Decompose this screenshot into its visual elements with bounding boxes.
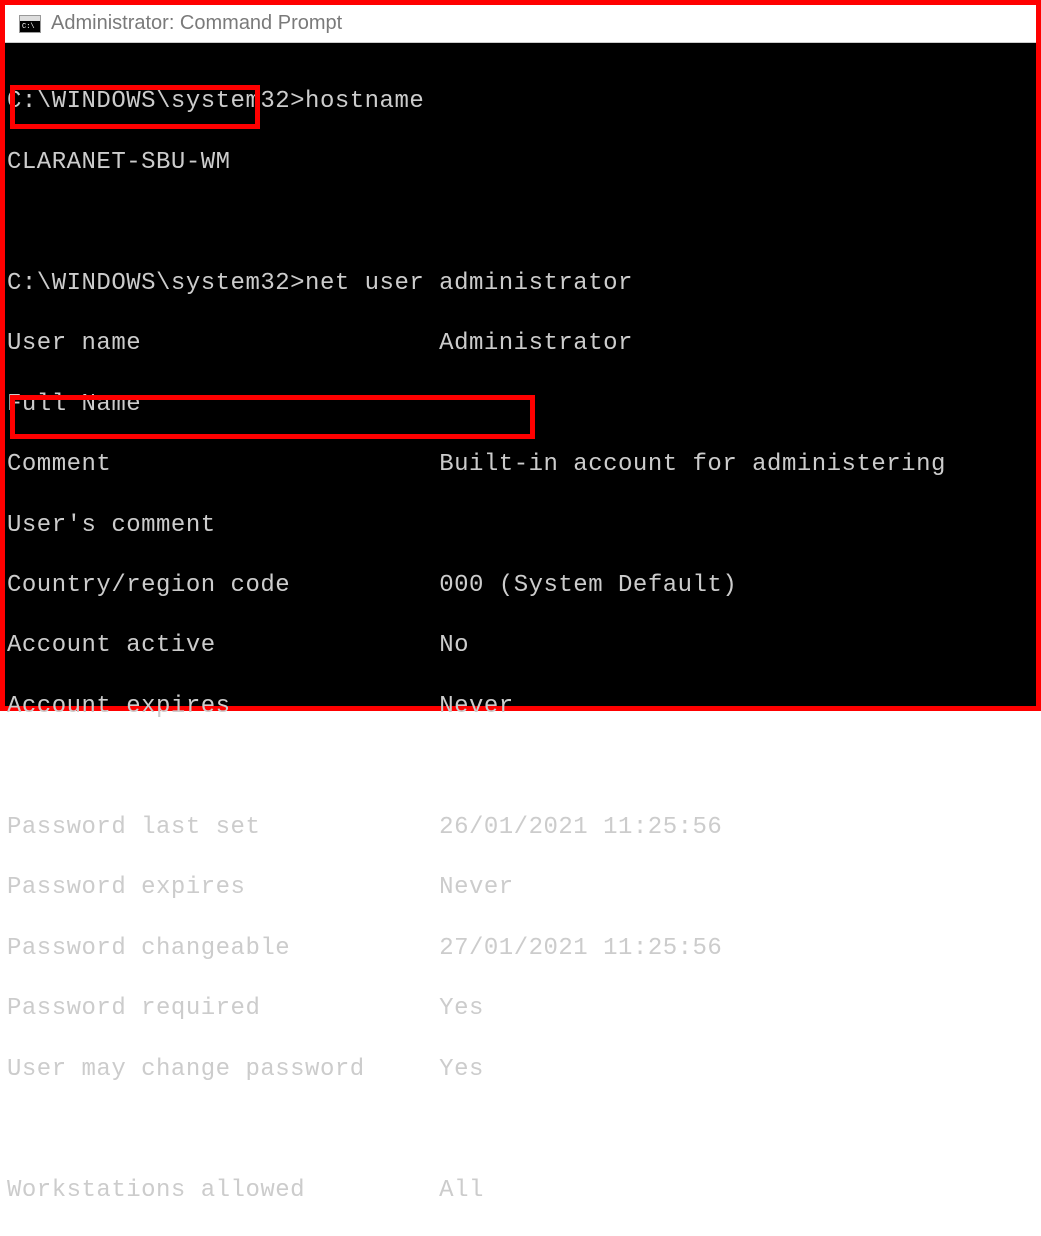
row-workstations: Workstations allowed All xyxy=(5,1176,1036,1206)
row-accountactive: Account active No xyxy=(5,631,1036,661)
row-accountexpires: Account expires Never xyxy=(5,692,1036,722)
row-comment: Comment Built-in account for administeri… xyxy=(5,450,1036,480)
prompt: C:\WINDOWS\system32> xyxy=(7,270,305,297)
row-usercomment: User's comment xyxy=(5,511,1036,541)
row-pwdchangeable: Password changeable 27/01/2021 11:25:56 xyxy=(5,934,1036,964)
command-netuser: net user administrator xyxy=(305,270,633,297)
window-titlebar: Administrator: Command Prompt xyxy=(5,5,1036,43)
cmd-icon xyxy=(19,15,41,33)
row-pwdlastset: Password last set 26/01/2021 11:25:56 xyxy=(5,813,1036,843)
row-countrycode: Country/region code 000 (System Default) xyxy=(5,571,1036,601)
row-fullname: Full Name xyxy=(5,390,1036,420)
row-userchangepwd: User may change password Yes xyxy=(5,1055,1036,1085)
prompt: C:\WINDOWS\system32> xyxy=(7,88,305,115)
row-pwdexpires: Password expires Never xyxy=(5,873,1036,903)
window-title: Administrator: Command Prompt xyxy=(51,12,342,35)
terminal-output[interactable]: C:\WINDOWS\system32>hostname CLARANET-SB… xyxy=(5,43,1036,706)
hostname-output: CLARANET-SBU-WM xyxy=(7,149,231,176)
row-pwdrequired: Password required Yes xyxy=(5,994,1036,1024)
row-username: User name Administrator xyxy=(5,329,1036,359)
command-hostname: hostname xyxy=(305,88,424,115)
